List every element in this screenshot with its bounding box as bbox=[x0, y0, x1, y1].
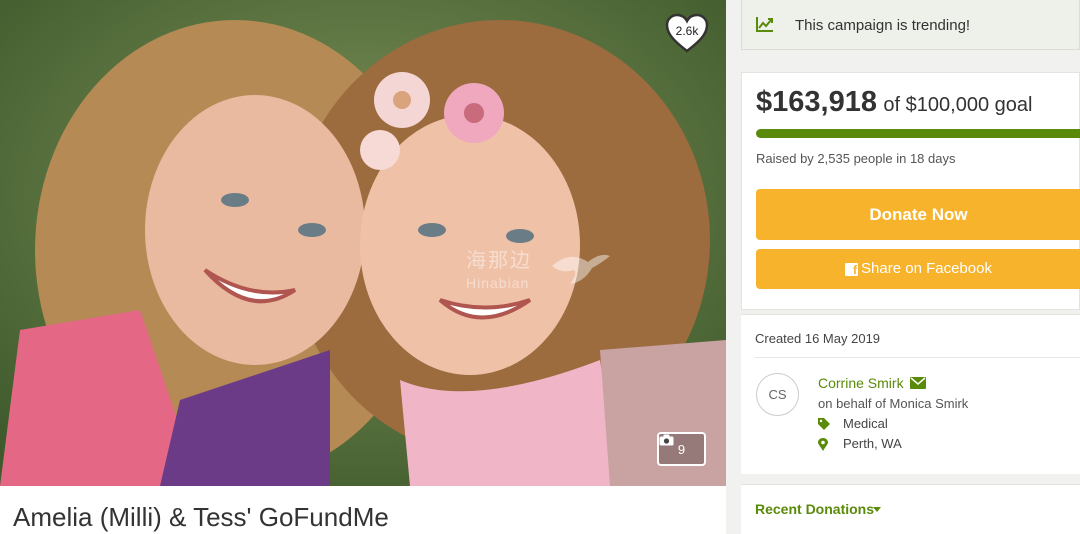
trending-banner: This campaign is trending! bbox=[741, 0, 1080, 50]
recent-donations-toggle[interactable]: Recent Donations bbox=[741, 484, 1080, 534]
created-date: Created 16 May 2019 bbox=[755, 331, 881, 346]
watermark: 海那边 Hinabian bbox=[466, 244, 532, 291]
progress-bar-fill bbox=[756, 129, 1080, 138]
watermark-bird-icon bbox=[552, 254, 610, 284]
recent-donations-label: Recent Donations bbox=[755, 501, 875, 517]
campaign-title: Amelia (Milli) & Tess' GoFundMe bbox=[13, 502, 389, 532]
on-behalf-text: on behalf of Monica Smirk bbox=[818, 396, 969, 411]
share-facebook-label: Share on Facebook bbox=[861, 260, 992, 277]
organizer-name: Corrine Smirk bbox=[818, 375, 904, 391]
donate-now-button[interactable]: Donate Now bbox=[756, 189, 1080, 240]
fundraising-card: $163,918 of $100,000 goal Raised by 2,53… bbox=[741, 72, 1080, 310]
tag-icon bbox=[818, 418, 830, 430]
campaign-photo[interactable]: 2.6k 海那边 Hinabian 9 bbox=[0, 0, 726, 486]
share-facebook-button[interactable]: f Share on Facebook bbox=[756, 249, 1080, 289]
campaign-info-card: Created 16 May 2019 CS Corrine Smirk on … bbox=[741, 314, 1080, 474]
photo-gallery-button[interactable]: 9 bbox=[657, 432, 706, 466]
divider bbox=[755, 357, 1080, 358]
campaign-main: 2.6k 海那边 Hinabian 9 Amelia (Milli) & Tes… bbox=[0, 0, 726, 534]
goal-text: of $100,000 goal bbox=[883, 94, 1033, 116]
watermark-cn: 海那边 bbox=[466, 250, 532, 272]
envelope-icon[interactable] bbox=[910, 377, 927, 389]
trending-label: This campaign is trending! bbox=[795, 17, 971, 34]
campaign-photo-art bbox=[0, 0, 726, 486]
progress-bar bbox=[756, 129, 1080, 138]
photo-count: 9 bbox=[677, 441, 686, 457]
hearts-count: 2.6k bbox=[675, 24, 699, 38]
location-label: Perth, WA bbox=[843, 436, 902, 451]
facebook-icon: f bbox=[845, 263, 859, 277]
category-row[interactable]: Medical bbox=[818, 416, 888, 431]
organizer-link[interactable]: Corrine Smirk bbox=[818, 375, 927, 391]
category-label: Medical bbox=[843, 416, 888, 431]
caret-down-icon bbox=[873, 507, 881, 512]
map-pin-icon bbox=[818, 438, 828, 451]
location-row: Perth, WA bbox=[818, 436, 902, 451]
amount-raised: $163,918 bbox=[756, 86, 877, 118]
watermark-en: Hinabian bbox=[466, 275, 530, 291]
amount-raised-row: $163,918 of $100,000 goal bbox=[756, 86, 1032, 119]
organizer-avatar[interactable]: CS bbox=[756, 373, 799, 416]
camera-icon bbox=[659, 434, 674, 446]
raised-by-text: Raised by 2,535 people in 18 days bbox=[756, 151, 956, 166]
favorite-heart-badge[interactable]: 2.6k bbox=[664, 12, 710, 54]
trend-chart-icon bbox=[756, 17, 773, 32]
